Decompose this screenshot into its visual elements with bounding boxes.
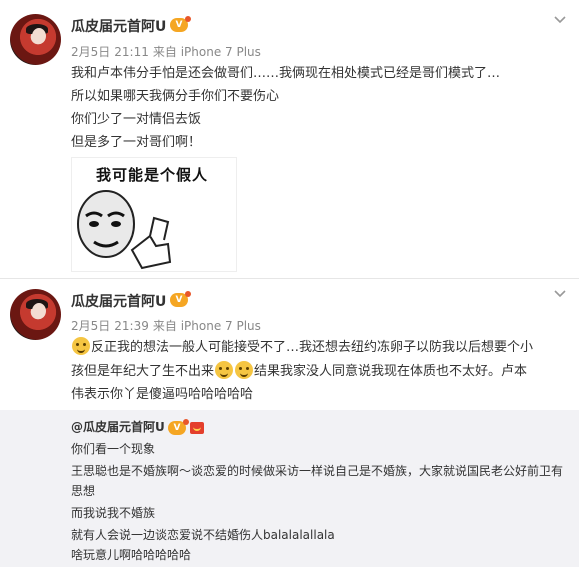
post-text-segment: 结果我家没人同意说我现在体质也不太好。卢本 <box>254 364 528 379</box>
vip-badge-icon: V <box>170 291 191 307</box>
post-meta: 2月5日 21:11 来自 iPhone 7 Plus <box>71 43 265 60</box>
post-text-segment: 孩但是年纪大了生不出来 <box>71 364 215 379</box>
post-image[interactable]: 我可能是个假人 <box>71 157 237 272</box>
repost-block[interactable]: @瓜皮届元首阿U V 你们看一个现象 王思聪也是不婚族啊～谈恋爱的时候做采访一样… <box>0 410 579 567</box>
repost-text-line: 而我说我不婚族 <box>71 506 156 520</box>
post-date[interactable]: 2月5日 <box>71 45 110 59</box>
post-text-line: 我和卢本伟分手怕是还会做哥们……我俩现在相处模式已经是哥们模式了… <box>71 66 501 81</box>
repost-text-line: 就有人会说一边谈恋爱说不结婚伤人balalalallala <box>71 528 335 542</box>
smile-emoji-icon <box>72 337 90 355</box>
post-text-line: 所以如果哪天我俩分手你们不要伤心 <box>71 89 280 104</box>
post-text-line: 反正我的想法一般人可能接受不了…我还想去纽约冻卵子以防我以后想要个小 <box>71 337 533 358</box>
post-meta: 2月5日 21:39 来自 iPhone 7 Plus <box>71 317 265 334</box>
repost-username[interactable]: @瓜皮届元首阿U <box>71 420 165 434</box>
vip-badge-icon: V <box>170 16 191 32</box>
chevron-down-icon[interactable] <box>553 288 567 298</box>
repost-text-line: 啥玩意儿啊哈哈哈哈哈 <box>71 548 192 562</box>
avatar-face <box>32 303 46 319</box>
post-source: 来自 iPhone 7 Plus <box>152 319 261 333</box>
post-text-line: 伟表示你丫是傻逼吗哈哈哈哈哈 <box>71 387 254 402</box>
post-text-line: 但是多了一对哥们啊！ <box>71 135 202 150</box>
repost-text-line: 王思聪也是不婚族啊～谈恋爱的时候做采访一样说自己是不婚族，大家就说国民老公好前卫… <box>71 464 564 478</box>
post-time[interactable]: 21:39 <box>114 319 149 333</box>
post-text-segment: 反正我的想法一般人可能接受不了…我还想去纽约冻卵子以防我以后想要个小 <box>91 340 534 355</box>
smile-emoji-icon <box>215 361 234 379</box>
vip-badge-icon: V <box>168 419 189 435</box>
smile-emoji-icon <box>235 361 254 379</box>
chevron-down-icon[interactable] <box>553 14 567 24</box>
post-time[interactable]: 21:11 <box>114 45 149 59</box>
red-flag-icon <box>190 422 204 434</box>
avatar[interactable] <box>10 14 61 65</box>
avatar-face <box>32 28 46 44</box>
username[interactable]: 瓜皮届元首阿U <box>71 291 166 311</box>
repost-header: @瓜皮届元首阿U <box>71 418 165 436</box>
post-text-line: 你们少了一对情侣去饭 <box>71 112 202 127</box>
repost-text-line: 你们看一个现象 <box>71 442 156 456</box>
post-source: 来自 iPhone 7 Plus <box>152 45 261 59</box>
repost-text-line: 思想 <box>71 484 96 498</box>
weibo-post-1: 瓜皮届元首阿U V 2月5日 21:11 来自 iPhone 7 Plus 我和卢本… <box>0 0 579 278</box>
post-text-line: 孩但是年纪大了生不出来 结果我家没人同意说我现在体质也不太好。卢本 <box>71 361 527 382</box>
avatar[interactable] <box>10 289 61 340</box>
username[interactable]: 瓜皮届元首阿U <box>71 16 166 36</box>
post-date[interactable]: 2月5日 <box>71 319 110 333</box>
meme-face-icon <box>77 190 172 270</box>
weibo-post-2: 瓜皮届元首阿U V 2月5日 21:39 来自 iPhone 7 Plus 反正我的… <box>0 279 579 410</box>
